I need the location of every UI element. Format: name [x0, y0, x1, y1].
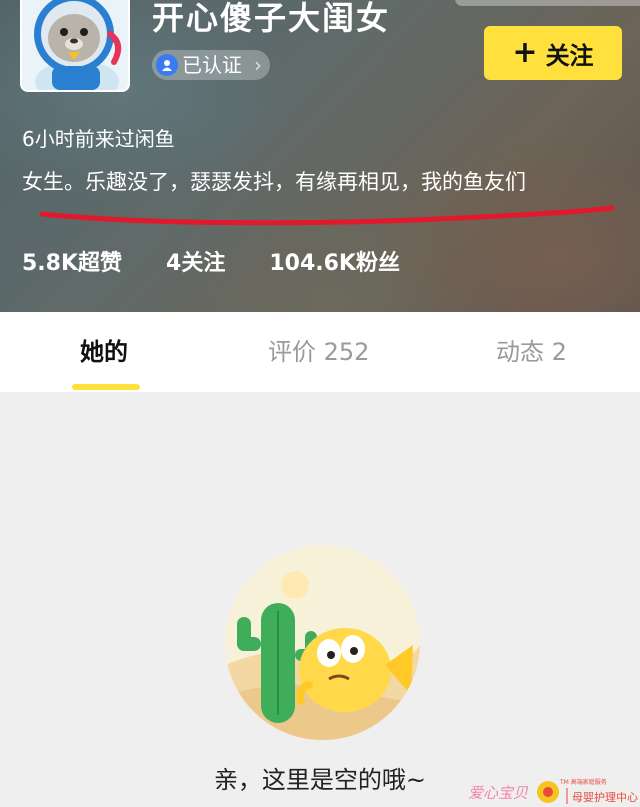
- stat-likes[interactable]: 5.8K超赞: [22, 246, 122, 282]
- tab-activity[interactable]: 动态 2: [496, 312, 567, 392]
- profile-tabs: 她的 评价 252 动态 2: [0, 312, 640, 392]
- svg-text:爱心宝贝: 爱心宝贝: [468, 784, 529, 802]
- chevron-right-icon: ›: [254, 53, 262, 77]
- verified-badge[interactable]: 已认证 ›: [152, 50, 270, 80]
- active-tab-indicator: [72, 384, 140, 390]
- seal-avatar-illustration: [22, 0, 128, 90]
- svg-text:母婴护理中心: 母婴护理中心: [572, 790, 638, 804]
- tab-hers[interactable]: 她的: [80, 312, 128, 392]
- username: 开心傻子大闺女: [152, 0, 391, 37]
- verified-user-icon: [156, 54, 178, 76]
- stat-following[interactable]: 4关注: [166, 246, 225, 282]
- bio-text: 女生。乐趣没了，瑟瑟发抖，有缘再相见，我的鱼友们: [22, 170, 526, 194]
- follow-label: 关注: [545, 41, 594, 70]
- tab-reviews[interactable]: 评价 252: [268, 312, 369, 392]
- stat-followers[interactable]: 104.6K粉丝: [269, 246, 400, 282]
- brand-watermark-logo: 爱心宝贝 TM 高端家庭服务 母婴护理中心: [468, 772, 640, 807]
- red-underline-annotation: [40, 205, 615, 226]
- avatar[interactable]: [20, 0, 130, 92]
- plus-icon: +: [512, 35, 538, 70]
- empty-state-illustration: [225, 545, 420, 740]
- status-pill: [455, 0, 640, 6]
- follow-button[interactable]: + 关注: [484, 26, 622, 80]
- svg-text:TM 高端家庭服务: TM 高端家庭服务: [559, 778, 607, 786]
- last-visit-text: 6小时前来过闲鱼: [22, 127, 175, 151]
- profile-header: 开心傻子大闺女 已认证 › + 关注 6小时前来过闲鱼 女生。乐趣没了，瑟瑟发抖…: [0, 0, 640, 312]
- cactus-fish-icon: [225, 545, 420, 740]
- verified-label: 已认证: [182, 53, 242, 77]
- profile-stats: 5.8K超赞 4关注 104.6K粉丝: [22, 246, 444, 282]
